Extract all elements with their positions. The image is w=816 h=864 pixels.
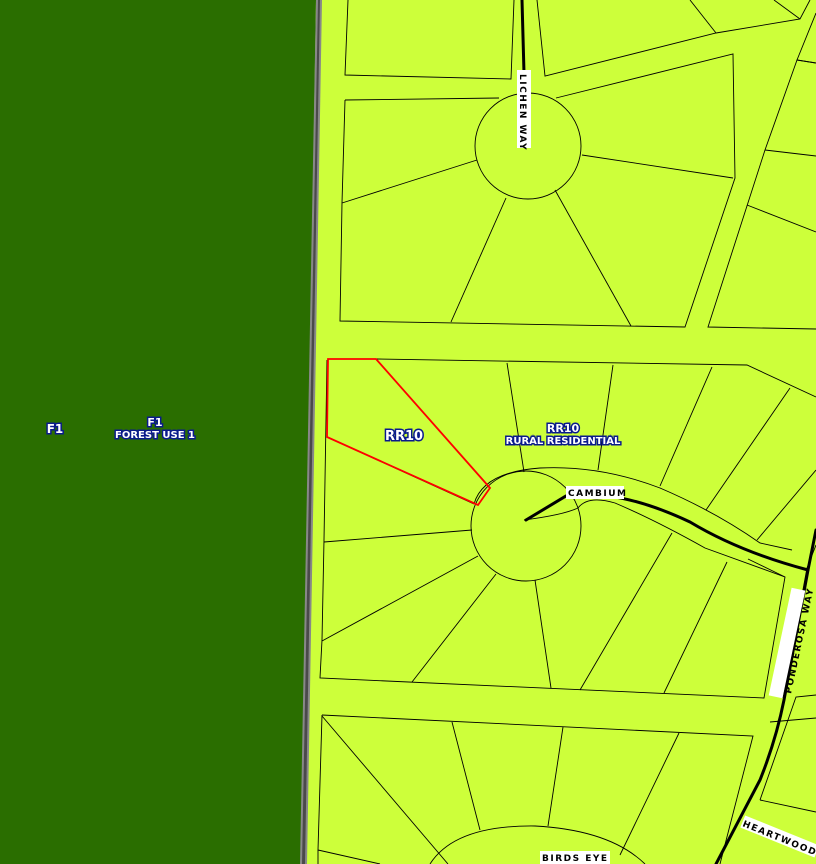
birds-eye-label: BIRDS EYE [542,854,609,864]
residential-zone-code-parcel: RR10 [385,429,423,444]
forest-zone-code: F1 [147,416,162,429]
residential-zone-name: RURAL RESIDENTIAL [506,436,621,447]
map-canvas: LICHEN WAY CAMBIUM PONDEROSA WAY HEARTWO… [0,0,816,864]
zoning-map[interactable]: LICHEN WAY CAMBIUM PONDEROSA WAY HEARTWO… [0,0,816,864]
residential-zone-code: RR10 [547,422,580,435]
forest-zone-code-left: F1 [47,422,64,436]
lichen-way-label: LICHEN WAY [517,74,527,151]
forest-zone-name: FOREST USE 1 [115,430,195,441]
cambium-label: CAMBIUM [568,489,628,499]
